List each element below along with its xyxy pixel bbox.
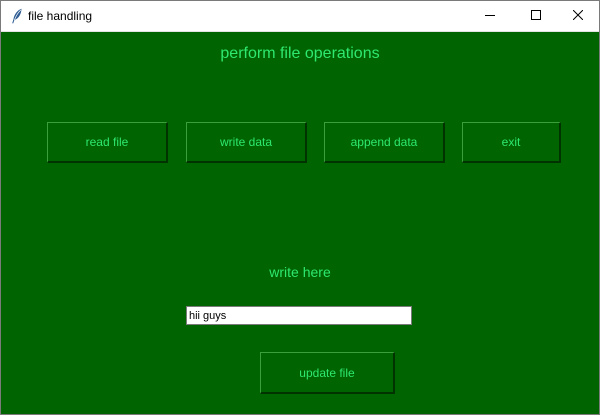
text-entry-field[interactable] [186,306,412,325]
append-data-button[interactable]: append data [324,122,445,163]
maximize-icon [531,7,541,25]
window-title: file handling [28,9,93,23]
update-file-button[interactable]: update file [260,352,395,394]
write-data-button[interactable]: write data [186,122,307,163]
app-window: file handling perform file operations re… [0,0,600,415]
page-title: perform file operations [220,45,380,62]
maximize-button[interactable] [514,1,558,31]
exit-button[interactable]: exit [462,122,561,163]
feather-icon [11,8,23,24]
write-label: write here [269,264,331,280]
minimize-button[interactable] [468,1,512,31]
close-button[interactable] [556,1,599,31]
close-icon [572,7,584,25]
minimize-icon [485,7,495,25]
main-panel: perform file operations read file write … [1,32,599,414]
title-bar[interactable]: file handling [1,1,599,32]
read-file-button[interactable]: read file [47,122,168,163]
